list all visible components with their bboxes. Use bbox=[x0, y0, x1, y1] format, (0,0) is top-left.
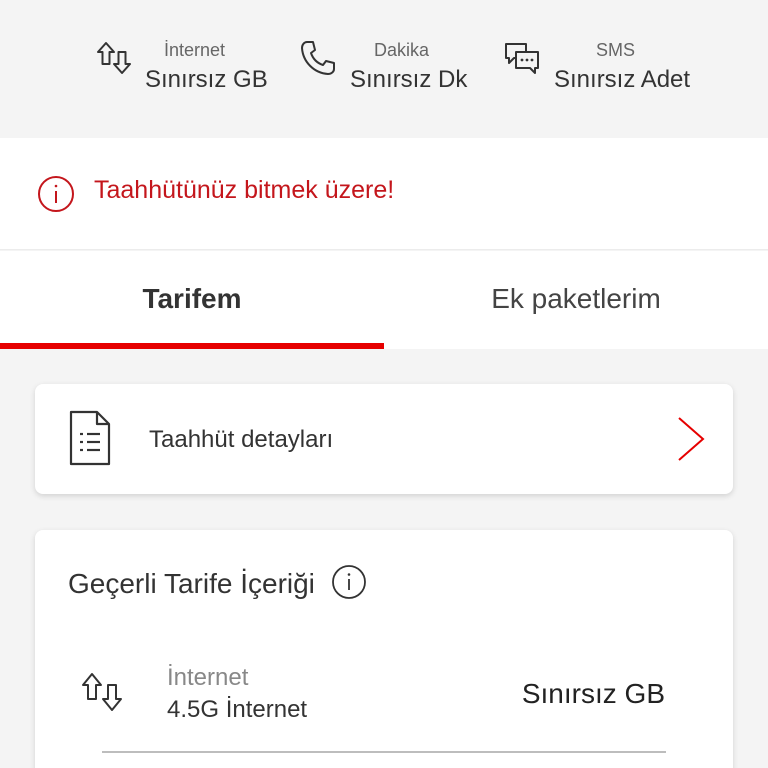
usage-summary: İnternet Sınırsız GB Dakika Sınırsız Dk … bbox=[0, 0, 768, 138]
info-icon[interactable] bbox=[331, 564, 367, 600]
tab-extra-packages[interactable]: Ek paketlerim bbox=[384, 251, 768, 349]
summary-label: Dakika bbox=[374, 40, 430, 60]
summary-value: Sınırsız GB bbox=[145, 66, 268, 93]
chevron-right-icon bbox=[678, 417, 705, 461]
divider bbox=[102, 751, 666, 753]
tab-label: Ek paketlerim bbox=[491, 283, 661, 314]
summary-value: Sınırsız Dk bbox=[350, 66, 468, 93]
tab-label: Tarifem bbox=[142, 283, 242, 314]
tariff-item-sublabel: 4.5G İnternet bbox=[167, 696, 308, 723]
card-title: Geçerli Tarife İçeriği bbox=[68, 568, 315, 599]
alert-text: Taahhütünüz bitmek üzere! bbox=[94, 176, 395, 204]
summary-value: Sınırsız Adet bbox=[554, 66, 691, 93]
commitment-details-label: Taahhüt detayları bbox=[149, 426, 334, 453]
document-icon bbox=[69, 410, 111, 466]
tab-tariff[interactable]: Tarifem bbox=[0, 251, 384, 349]
chat-bubbles-icon bbox=[505, 43, 539, 74]
summary-label: SMS bbox=[596, 40, 636, 60]
data-transfer-icon bbox=[82, 673, 122, 711]
active-tab-indicator bbox=[0, 343, 384, 349]
tariff-item-label: İnternet bbox=[167, 664, 249, 691]
tab-bar: Tarifem Ek paketlerim bbox=[0, 251, 768, 349]
summary-label: İnternet bbox=[164, 40, 226, 60]
tariff-content-card: Geçerli Tarife İçeriği İnternet 4.5G İnt… bbox=[35, 530, 733, 768]
data-transfer-icon bbox=[97, 42, 131, 74]
info-icon bbox=[38, 176, 74, 212]
commitment-details-card[interactable]: Taahhüt detayları bbox=[35, 384, 733, 494]
phone-icon bbox=[301, 41, 335, 75]
tariff-item-value: Sınırsız GB bbox=[521, 678, 665, 709]
commitment-alert: Taahhütünüz bitmek üzere! bbox=[0, 138, 768, 250]
